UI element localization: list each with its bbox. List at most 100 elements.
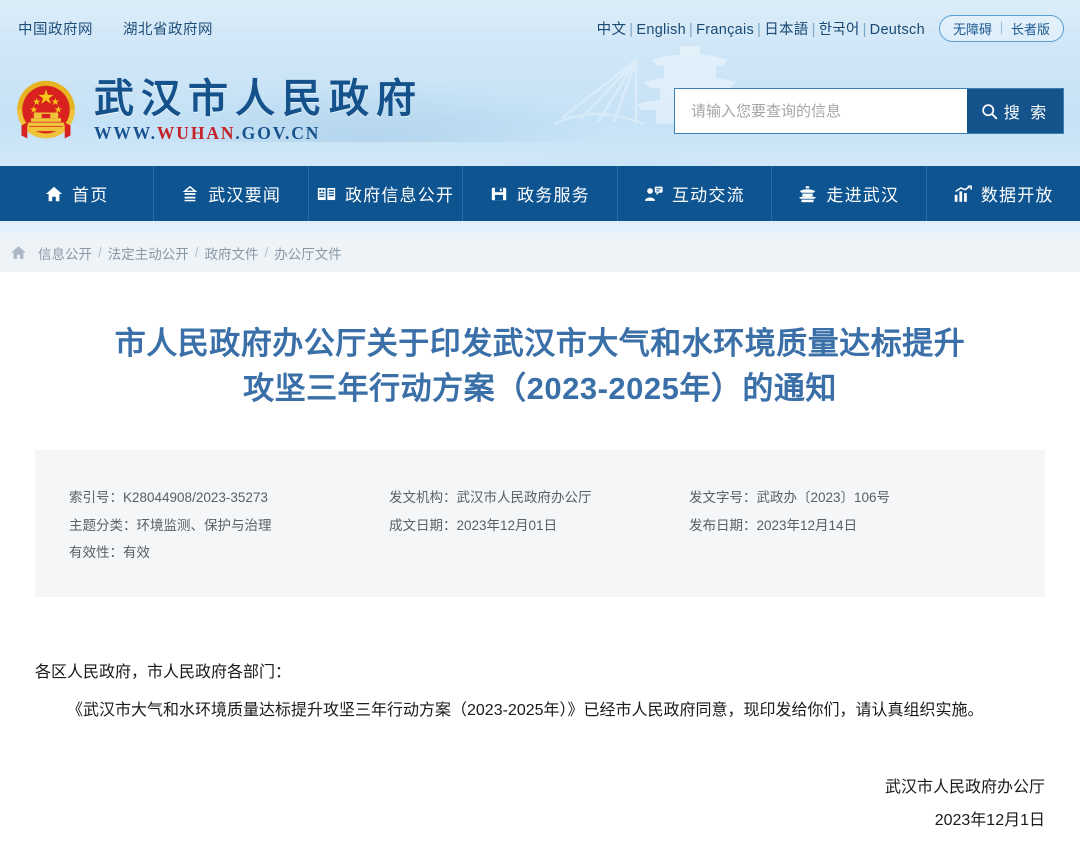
- metadata-value: 2023年12月01日: [457, 518, 558, 533]
- nav-label: 政府信息公开: [345, 181, 454, 206]
- nav-label: 走进武汉: [826, 181, 899, 206]
- nav-item-open-data[interactable]: 数据开放: [927, 166, 1080, 221]
- lang-ja[interactable]: 日本語: [764, 22, 808, 38]
- search-button[interactable]: 搜 索: [967, 89, 1063, 133]
- data-chart-icon: [953, 185, 972, 203]
- url-suffix: .GOV.CN: [235, 123, 320, 143]
- pill-divider: [1001, 22, 1002, 34]
- home-icon[interactable]: [10, 244, 27, 261]
- hubei-gov-link[interactable]: 湖北省政府网: [123, 18, 213, 39]
- metadata-column-right: 发文字号：武政办〔2023〕106号 发布日期：2023年12月14日: [689, 484, 1011, 567]
- barrier-free-button[interactable]: 无障碍: [953, 19, 992, 38]
- site-search: 搜 索: [674, 88, 1064, 134]
- elder-version-button[interactable]: 长者版: [1011, 19, 1050, 38]
- page-body: 市人民政府办公厅关于印发武汉市大气和水环境质量达标提升 攻坚三年行动方案（202…: [0, 272, 1080, 862]
- china-gov-link[interactable]: 中国政府网: [18, 18, 93, 39]
- brand-row: 武汉市人民政府 WWW.WUHAN.GOV.CN 搜 索: [0, 56, 1080, 166]
- interaction-icon: [644, 185, 663, 203]
- metadata-value: 武政办〔2023〕106号: [757, 490, 891, 505]
- signature-organization: 武汉市人民政府办公厅: [35, 771, 1045, 805]
- news-icon: [181, 185, 199, 203]
- site-header: 中国政府网 湖北省政府网 中文|English|Français|日本語|한국어…: [0, 0, 1080, 233]
- breadcrumb-separator: /: [92, 245, 108, 260]
- metadata-row-publish-date: 发布日期：2023年12月14日: [689, 512, 1011, 540]
- page-title-line2: 攻坚三年行动方案（2023-2025年）的通知: [243, 371, 837, 406]
- metadata-row-written-date: 成文日期：2023年12月01日: [389, 512, 689, 540]
- metadata-row-issuer: 发文机构：武汉市人民政府办公厅: [389, 484, 689, 512]
- lang-separator: |: [809, 22, 819, 38]
- lang-separator: |: [860, 22, 870, 38]
- lang-fr[interactable]: Français: [696, 22, 754, 38]
- lang-separator: |: [754, 22, 764, 38]
- breadcrumb-item-statutory-disclosure[interactable]: 法定主动公开: [108, 243, 189, 263]
- nav-item-interaction[interactable]: 互动交流: [618, 166, 772, 221]
- metadata-label: 有效性：: [69, 545, 123, 560]
- metadata-label: 发文字号：: [689, 490, 757, 505]
- nav-item-wuhan-news[interactable]: 武汉要闻: [154, 166, 308, 221]
- breadcrumb-item-gov-documents[interactable]: 政府文件: [205, 243, 259, 263]
- lang-en[interactable]: English: [636, 22, 686, 38]
- nav-label: 数据开放: [981, 181, 1054, 206]
- metadata-value: 武汉市人民政府办公厅: [457, 490, 592, 505]
- national-emblem-icon: [10, 75, 82, 147]
- body-paragraph-1: 《武汉市大气和水环境质量达标提升攻坚三年行动方案（2023-2025年）》已经市…: [35, 695, 1045, 727]
- nav-item-info-disclosure[interactable]: 政府信息公开: [309, 166, 463, 221]
- article-container: 市人民政府办公厅关于印发武汉市大气和水环境质量达标提升 攻坚三年行动方案（202…: [35, 272, 1045, 862]
- site-url: WWW.WUHAN.GOV.CN: [94, 123, 423, 144]
- document-metadata-panel: 索引号：K28044908/2023-35273 主题分类：环境监测、保护与治理…: [35, 450, 1045, 597]
- metadata-value: 有效: [123, 545, 150, 560]
- document-body: 各区人民政府，市人民政府各部门： 《武汉市大气和水环境质量达标提升攻坚三年行动方…: [35, 657, 1045, 727]
- accessibility-toggle-group: 无障碍 长者版: [939, 15, 1064, 42]
- nav-item-home[interactable]: 首页: [0, 166, 154, 221]
- nav-label: 首页: [72, 181, 108, 206]
- service-icon: [490, 185, 508, 203]
- signature-date: 2023年12月1日: [35, 804, 1045, 838]
- search-icon: [981, 103, 998, 120]
- nav-item-visit-wuhan[interactable]: 走进武汉: [772, 166, 926, 221]
- lang-separator: |: [686, 22, 696, 38]
- home-icon: [45, 185, 63, 203]
- external-site-links: 中国政府网 湖北省政府网: [18, 18, 213, 39]
- nav-label: 政务服务: [517, 181, 590, 206]
- nav-item-gov-service[interactable]: 政务服务: [463, 166, 617, 221]
- metadata-label: 索引号：: [69, 490, 123, 505]
- page-title-line1: 市人民政府办公厅关于印发武汉市大气和水环境质量达标提升: [115, 326, 966, 361]
- lang-de[interactable]: Deutsch: [870, 22, 925, 38]
- metadata-row-category: 主题分类：环境监测、保护与治理: [69, 512, 389, 540]
- lang-separator: |: [626, 22, 636, 38]
- city-icon: [798, 185, 817, 203]
- url-prefix: WWW.: [94, 123, 157, 143]
- metadata-row-index: 索引号：K28044908/2023-35273: [69, 484, 389, 512]
- metadata-column-left: 索引号：K28044908/2023-35273 主题分类：环境监测、保护与治理…: [69, 484, 389, 567]
- search-button-label: 搜 索: [1004, 99, 1049, 123]
- breadcrumb-item-office-documents[interactable]: 办公厅文件: [274, 243, 342, 263]
- metadata-row-doc-number: 发文字号：武政办〔2023〕106号: [689, 484, 1011, 512]
- metadata-column-middle: 发文机构：武汉市人民政府办公厅 成文日期：2023年12月01日: [389, 484, 689, 567]
- lang-zh[interactable]: 中文: [597, 22, 627, 38]
- url-domain: WUHAN: [157, 123, 236, 143]
- metadata-value: 环境监测、保护与治理: [137, 518, 272, 533]
- metadata-label: 成文日期：: [389, 518, 457, 533]
- site-title: 武汉市人民政府: [94, 78, 423, 120]
- nav-label: 互动交流: [672, 181, 745, 206]
- breadcrumb-separator: /: [259, 245, 275, 260]
- document-signature: 武汉市人民政府办公厅 2023年12月1日: [35, 771, 1045, 838]
- metadata-row-validity: 有效性：有效: [69, 539, 389, 567]
- lang-ko[interactable]: 한국어: [819, 22, 860, 38]
- info-disclosure-icon: [317, 185, 336, 203]
- metadata-value: K28044908/2023-35273: [123, 490, 268, 505]
- search-input[interactable]: [675, 89, 967, 133]
- metadata-label: 主题分类：: [69, 518, 137, 533]
- nav-label: 武汉要闻: [208, 181, 281, 206]
- page-title: 市人民政府办公厅关于印发武汉市大气和水环境质量达标提升 攻坚三年行动方案（202…: [35, 322, 1045, 412]
- brand-text: 武汉市人民政府 WWW.WUHAN.GOV.CN: [94, 78, 423, 143]
- metadata-label: 发布日期：: [689, 518, 757, 533]
- language-switcher: 中文|English|Français|日本語|한국어|Deutsch: [597, 18, 925, 39]
- breadcrumb: 信息公开 / 法定主动公开 / 政府文件 / 办公厅文件: [0, 233, 1080, 272]
- breadcrumb-item-info-disclosure[interactable]: 信息公开: [38, 243, 92, 263]
- metadata-value: 2023年12月14日: [757, 518, 858, 533]
- top-utility-bar: 中国政府网 湖北省政府网 中文|English|Français|日本語|한국어…: [0, 0, 1080, 56]
- metadata-label: 发文机构：: [389, 490, 457, 505]
- top-right-group: 中文|English|Français|日本語|한국어|Deutsch 无障碍 …: [597, 15, 1064, 42]
- salutation-paragraph: 各区人民政府，市人民政府各部门：: [35, 657, 1045, 689]
